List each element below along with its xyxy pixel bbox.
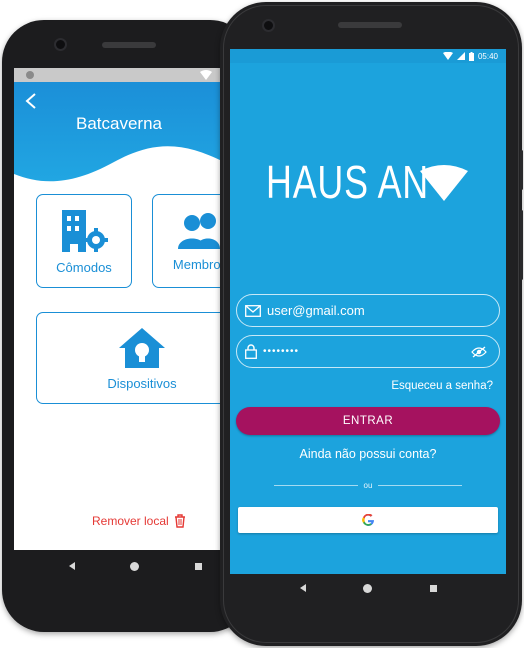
card-label: Dispositivos: [107, 375, 177, 391]
password-value: ••••••••: [263, 346, 300, 357]
enter-button[interactable]: ENTRAR: [236, 407, 500, 435]
remove-location-button[interactable]: Remover local: [92, 514, 186, 528]
nav-recents-icon[interactable]: [423, 578, 443, 598]
logo-text: HAUS AN: [266, 156, 429, 208]
card-label: Membros: [172, 256, 224, 272]
email-field[interactable]: user@gmail.com: [236, 294, 500, 327]
divider-label: ou: [363, 481, 373, 490]
trash-icon: [174, 514, 185, 528]
signal-icon: [456, 52, 465, 60]
power-button: [520, 150, 523, 190]
volume-button: [520, 210, 523, 280]
email-value: user@gmail.com: [267, 303, 365, 318]
google-signin-button[interactable]: [238, 507, 498, 533]
google-icon: [362, 514, 374, 526]
front-nav-bar: [270, 578, 466, 598]
eye-off-icon[interactable]: [471, 346, 487, 358]
back-nav-bar: [40, 556, 230, 576]
status-bar: 05:40: [230, 49, 506, 63]
divider: ou: [274, 481, 462, 490]
chevron-left-icon[interactable]: [24, 92, 38, 110]
status-time: 05:40: [477, 51, 498, 61]
wifi-triangle-icon: [420, 165, 468, 201]
card-membros[interactable]: Membros: [152, 194, 224, 288]
login-screen: 05:40 HAUS AN user@gmail.com •••••••• Es…: [230, 49, 506, 574]
speaker: [102, 42, 156, 48]
nav-home-icon[interactable]: [358, 578, 378, 598]
nav-back-icon[interactable]: [62, 556, 82, 576]
building-gear-icon: [62, 209, 108, 252]
password-field[interactable]: ••••••••: [236, 335, 500, 368]
card-comodos[interactable]: Cômodos: [36, 194, 132, 288]
wifi-status-icon: [442, 52, 453, 60]
remove-label: Remover local: [92, 514, 169, 528]
nav-recents-icon[interactable]: [188, 556, 208, 576]
lock-icon: [245, 344, 257, 359]
mail-icon: [245, 304, 261, 317]
app-logo: HAUS AN: [266, 155, 475, 209]
front-camera: [54, 38, 67, 51]
nav-back-icon[interactable]: [293, 578, 313, 598]
status-bar: [14, 68, 224, 82]
card-dispositivos[interactable]: Dispositivos: [36, 312, 224, 404]
page-title: Batcaverna: [76, 114, 162, 133]
house-bulb-icon: [119, 327, 165, 368]
users-icon: [178, 212, 220, 249]
status-dot-icon: [26, 71, 34, 79]
wifi-status-icon: [200, 70, 212, 80]
front-camera: [262, 19, 275, 32]
forgot-password-link[interactable]: Esqueceu a senha?: [391, 380, 493, 392]
card-label: Cômodos: [56, 259, 112, 275]
speaker: [338, 22, 402, 28]
signup-link[interactable]: Ainda não possui conta?: [230, 447, 506, 461]
nav-home-icon[interactable]: [125, 556, 145, 576]
rooms-screen: Batcaverna Cômodos Membros Dispositivos …: [14, 68, 224, 550]
battery-icon: [468, 51, 474, 61]
